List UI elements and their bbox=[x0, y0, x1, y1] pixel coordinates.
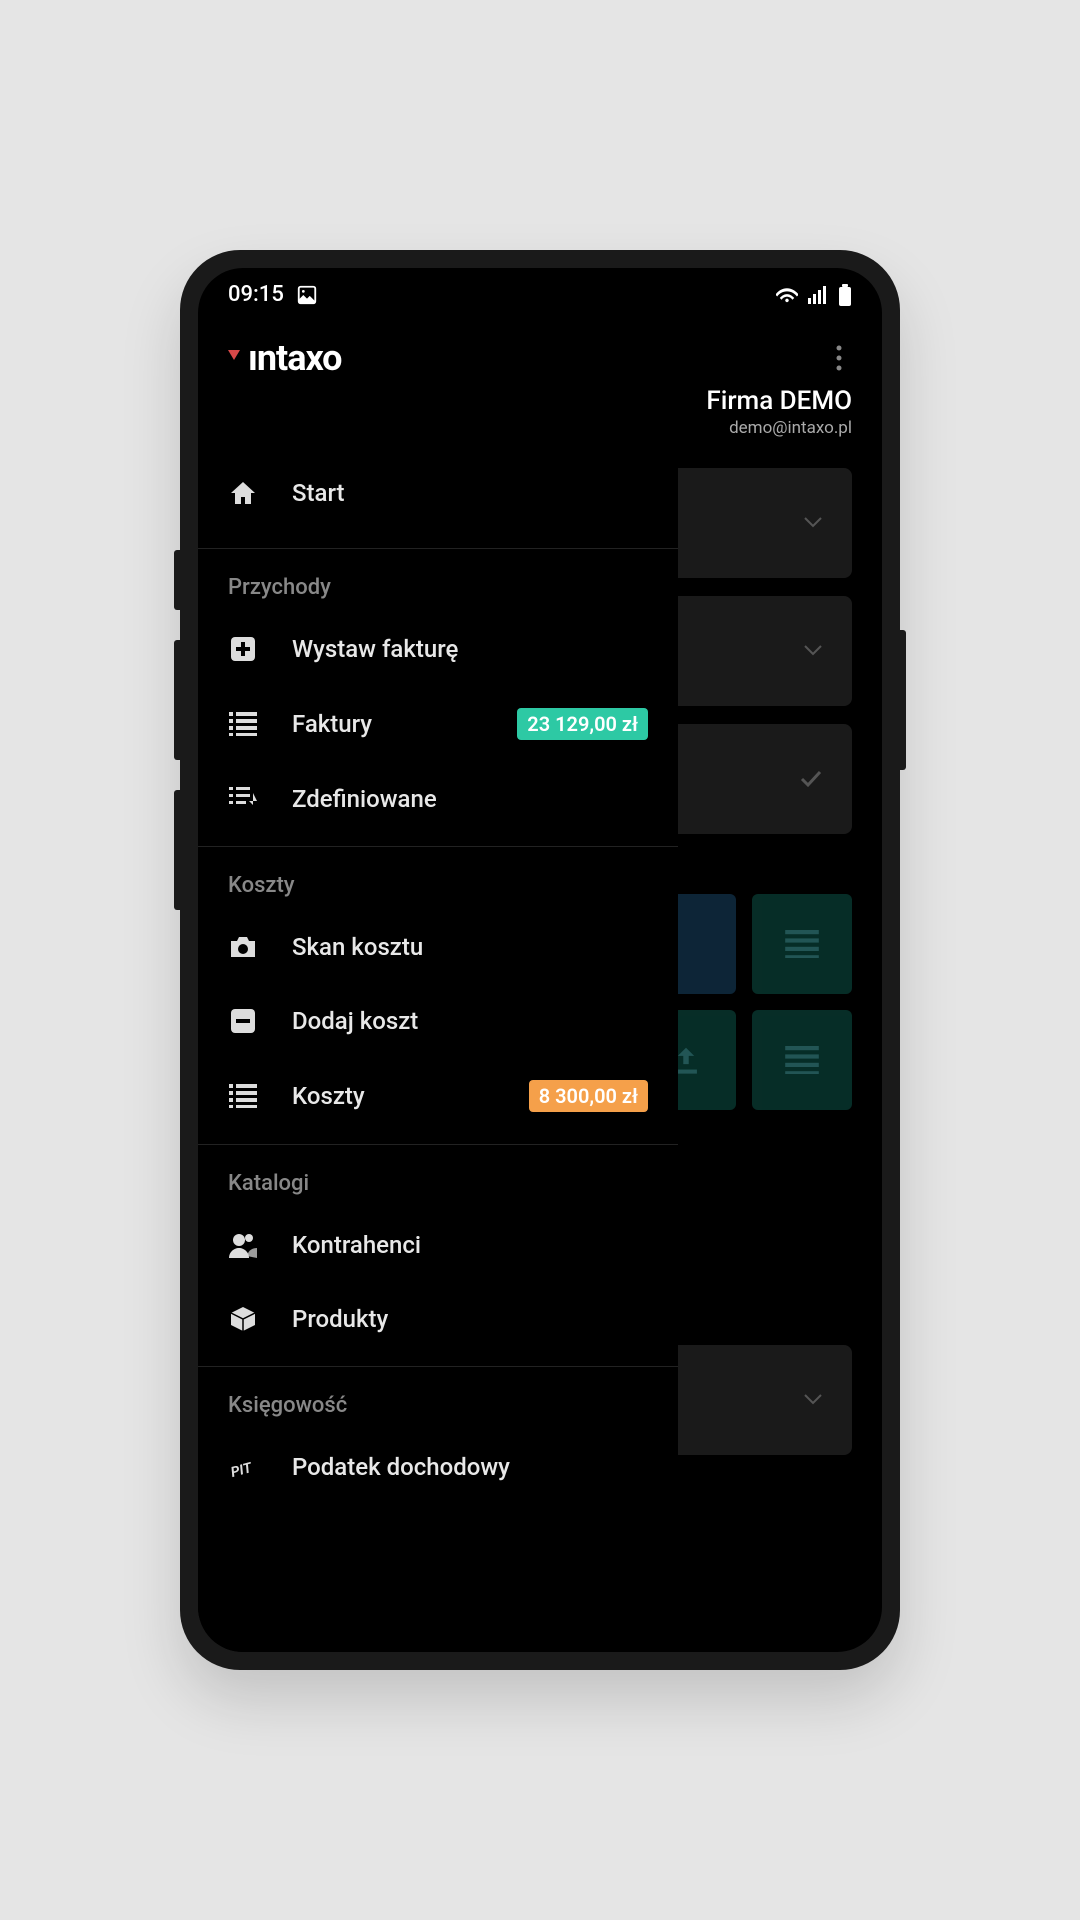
chevron-down-icon bbox=[804, 1394, 822, 1406]
svg-text:PIT: PIT bbox=[229, 1460, 255, 1481]
app-logo: ıntaxo bbox=[228, 337, 342, 379]
signal-icon bbox=[808, 286, 828, 304]
users-icon bbox=[228, 1230, 258, 1260]
phone-frame: 09:15 ın bbox=[180, 250, 900, 1670]
nav-label: Zdefiniowane bbox=[292, 785, 648, 813]
status-bar: 09:15 bbox=[198, 268, 882, 315]
nav-item-invoices[interactable]: Faktury 23 129,00 zł bbox=[198, 686, 678, 762]
nav-item-scan-cost[interactable]: Skan kosztu bbox=[198, 910, 678, 984]
nav-label: Wystaw fakturę bbox=[292, 635, 648, 663]
battery-icon bbox=[838, 284, 852, 306]
more-menu-button[interactable] bbox=[826, 335, 852, 381]
nav-label: Skan kosztu bbox=[292, 933, 648, 961]
nav-label: Kontrahenci bbox=[292, 1231, 648, 1259]
check-icon bbox=[800, 770, 822, 788]
nav-label: Koszty bbox=[292, 1082, 495, 1110]
phone-side-buttons-left bbox=[174, 550, 180, 940]
image-icon bbox=[296, 284, 318, 306]
company-info: Firma DEMO demo@intaxo.pl bbox=[198, 386, 882, 448]
nav-item-defined[interactable]: Zdefiniowane bbox=[198, 762, 678, 836]
bg-tile[interactable] bbox=[752, 894, 852, 994]
nav-item-create-invoice[interactable]: Wystaw fakturę bbox=[198, 612, 678, 686]
list-icon bbox=[228, 1081, 258, 1111]
pit-icon: PIT bbox=[228, 1452, 258, 1482]
phone-side-button-right bbox=[900, 630, 906, 770]
costs-amount-badge: 8 300,00 zł bbox=[529, 1080, 648, 1112]
list-icon bbox=[228, 709, 258, 739]
nav-label: Podatek dochodowy bbox=[292, 1453, 648, 1481]
wifi-icon bbox=[776, 286, 798, 304]
logo-text: ıntaxo bbox=[248, 337, 342, 379]
list-arrow-icon bbox=[228, 784, 258, 814]
company-name: Firma DEMO bbox=[198, 386, 852, 416]
nav-label: Produkty bbox=[292, 1305, 648, 1333]
chevron-down-icon bbox=[804, 645, 822, 657]
nav-label: Dodaj koszt bbox=[292, 1007, 648, 1035]
navigation-drawer: Start Przychody Wystaw fakturę Faktury 2… bbox=[198, 448, 678, 1652]
bg-tile[interactable] bbox=[752, 1010, 852, 1110]
nav-section-income: Przychody bbox=[198, 548, 678, 612]
nav-section-accounting: Księgowość bbox=[198, 1366, 678, 1430]
nav-item-income-tax[interactable]: PIT Podatek dochodowy bbox=[198, 1430, 678, 1504]
home-icon bbox=[228, 478, 258, 508]
nav-section-catalogs: Katalogi bbox=[198, 1144, 678, 1208]
nav-label: Start bbox=[292, 479, 648, 507]
minus-square-icon bbox=[228, 1006, 258, 1036]
logo-accent-icon bbox=[228, 350, 244, 366]
company-email: demo@intaxo.pl bbox=[198, 418, 852, 438]
plus-square-icon bbox=[228, 634, 258, 664]
nav-section-costs: Koszty bbox=[198, 846, 678, 910]
nav-item-start[interactable]: Start bbox=[198, 448, 678, 538]
drawer-content: RODUKTY Start Przychody bbox=[198, 448, 882, 1652]
box-icon bbox=[228, 1304, 258, 1334]
nav-item-products[interactable]: Produkty bbox=[198, 1282, 678, 1356]
chevron-down-icon bbox=[804, 517, 822, 529]
nav-item-contractors[interactable]: Kontrahenci bbox=[198, 1208, 678, 1282]
camera-icon bbox=[228, 932, 258, 962]
nav-item-add-cost[interactable]: Dodaj koszt bbox=[198, 984, 678, 1058]
screen: 09:15 ın bbox=[198, 268, 882, 1652]
nav-label: Faktury bbox=[292, 710, 483, 738]
app-header: ıntaxo bbox=[198, 315, 882, 391]
status-time: 09:15 bbox=[228, 282, 284, 307]
invoices-amount-badge: 23 129,00 zł bbox=[517, 708, 648, 740]
nav-item-costs[interactable]: Koszty 8 300,00 zł bbox=[198, 1058, 678, 1134]
